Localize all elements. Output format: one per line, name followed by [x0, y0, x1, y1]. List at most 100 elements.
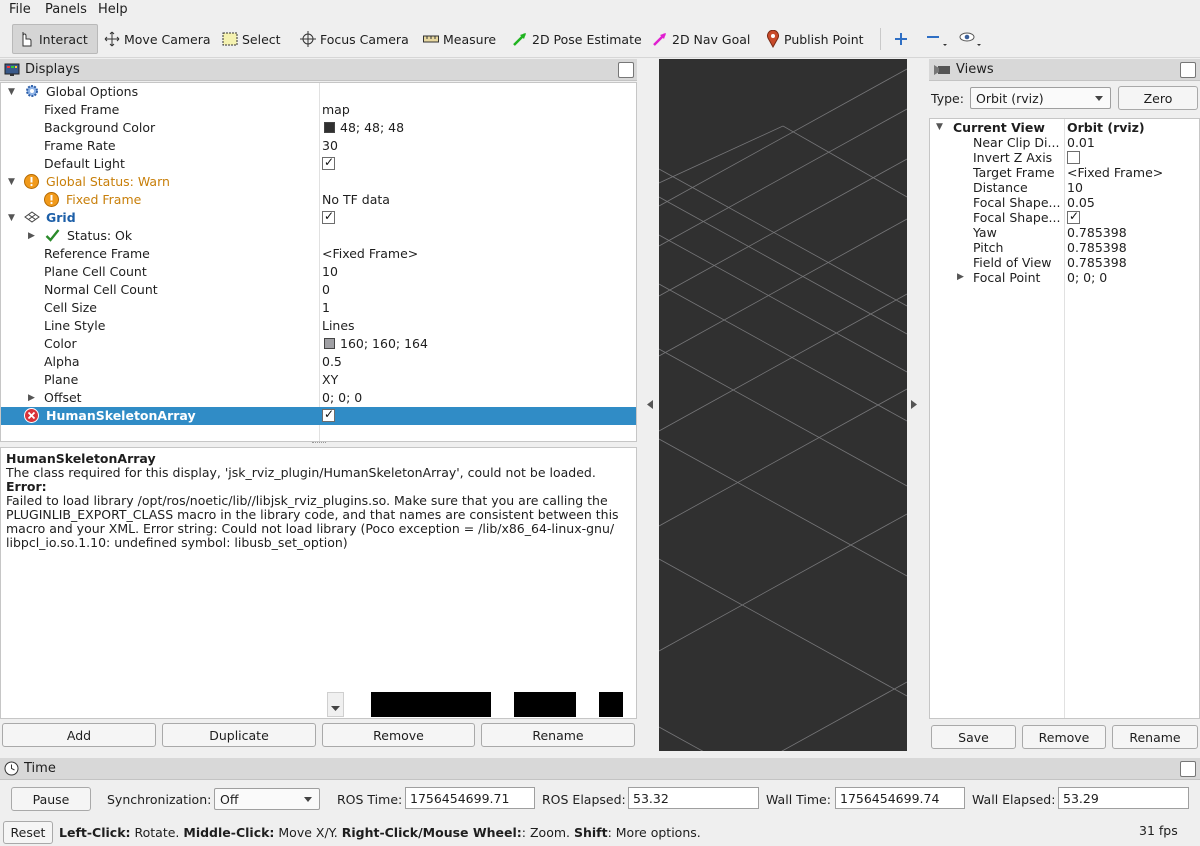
pose-estimate-tool-button[interactable]: 2D Pose Estimate	[508, 24, 646, 54]
remove-view-button[interactable]: Remove	[1022, 725, 1106, 749]
invert-z-checkbox[interactable]	[1067, 150, 1080, 165]
tree-row-current-view[interactable]: ▼ Current View Orbit (rviz)	[930, 120, 1199, 135]
tree-row-normal-cell-count[interactable]: Normal Cell Count 0	[1, 281, 636, 299]
duplicate-button[interactable]: Duplicate	[162, 723, 316, 747]
plane-value[interactable]: XY	[322, 372, 338, 387]
tree-row-plane-cell-count[interactable]: Plane Cell Count 10	[1, 263, 636, 281]
visibility-tool-button[interactable]	[954, 24, 988, 54]
ros-elapsed-field[interactable]: 53.32	[628, 787, 759, 809]
tree-row-pitch[interactable]: Pitch 0.785398	[930, 240, 1199, 255]
tree-row-alpha[interactable]: Alpha 0.5	[1, 353, 636, 371]
zero-button[interactable]: Zero	[1118, 86, 1198, 110]
checkbox-checked[interactable]	[1067, 209, 1080, 224]
checkbox-checked[interactable]	[322, 155, 335, 170]
tree-row-reference-frame[interactable]: Reference Frame <Fixed Frame>	[1, 245, 636, 263]
plane-cell-count-value[interactable]: 10	[322, 264, 338, 279]
target-frame-value[interactable]: <Fixed Frame>	[1067, 165, 1163, 180]
tree-row-global-status[interactable]: ▼ Global Status: Warn	[1, 173, 636, 191]
render-view-3d[interactable]	[659, 59, 907, 751]
wall-time-field[interactable]: 1756454699.74	[835, 787, 965, 809]
collapsed-arrow-icon[interactable]: ▶	[28, 231, 35, 241]
tree-row-color[interactable]: Color 160; 160; 164	[1, 335, 636, 353]
fixed-frame-value[interactable]: map	[322, 102, 350, 117]
distance-value[interactable]: 10	[1067, 180, 1083, 195]
tree-row-human-skeleton-array[interactable]: HumanSkeletonArray	[1, 407, 636, 425]
expand-arrow-icon[interactable]: ▼	[8, 177, 15, 187]
tree-row-invert-z[interactable]: Invert Z Axis	[930, 150, 1199, 165]
select-tool-button[interactable]: Select	[218, 24, 285, 54]
tree-row-focal-shape-size[interactable]: Focal Shape... 0.05	[930, 195, 1199, 210]
menu-help[interactable]: Help	[98, 2, 128, 17]
collapse-left-icon[interactable]	[647, 400, 653, 409]
time-float-button[interactable]	[1180, 761, 1196, 777]
expand-arrow-icon[interactable]: ▼	[936, 122, 943, 132]
tree-row-default-light[interactable]: Default Light	[1, 155, 636, 173]
menu-file[interactable]: File	[9, 2, 31, 17]
tree-row-frame-rate[interactable]: Frame Rate 30	[1, 137, 636, 155]
line-style-value[interactable]: Lines	[322, 318, 355, 333]
tree-row-target-frame[interactable]: Target Frame <Fixed Frame>	[930, 165, 1199, 180]
alpha-value[interactable]: 0.5	[322, 354, 342, 369]
color-value[interactable]: 160; 160; 164	[324, 336, 428, 351]
move-camera-tool-button[interactable]: Move Camera	[100, 24, 215, 54]
tree-row-focal-shape-fixed[interactable]: Focal Shape...	[930, 209, 1199, 225]
tree-row-distance[interactable]: Distance 10	[930, 180, 1199, 195]
collapsed-arrow-icon[interactable]: ▶	[28, 393, 35, 403]
cell-size-value[interactable]: 1	[322, 300, 330, 315]
background-color-value[interactable]: 48; 48; 48	[324, 120, 404, 135]
publish-point-tool-button[interactable]: Publish Point	[762, 24, 868, 54]
focus-camera-tool-button[interactable]: Focus Camera	[296, 24, 413, 54]
tree-row-field-of-view[interactable]: Field of View 0.785398	[930, 255, 1199, 270]
remove-display-button[interactable]: Remove	[322, 723, 475, 747]
tree-row-focal-point[interactable]: ▶ Focal Point 0; 0; 0	[930, 270, 1199, 285]
remove-tool-button[interactable]	[922, 24, 952, 54]
grid-enabled-checkbox[interactable]	[322, 209, 335, 225]
collapsed-arrow-icon[interactable]: ▶	[957, 272, 964, 282]
collapse-right-icon[interactable]	[911, 400, 917, 409]
offset-value[interactable]: 0; 0; 0	[322, 390, 362, 405]
tree-row-global-options[interactable]: ▼ Global Options	[1, 83, 636, 101]
wall-elapsed-field[interactable]: 53.29	[1058, 787, 1189, 809]
rename-display-button[interactable]: Rename	[481, 723, 635, 747]
menu-panels[interactable]: Panels	[45, 2, 87, 17]
splitter-handle[interactable]	[312, 442, 326, 445]
expand-arrow-icon[interactable]: ▼	[8, 213, 15, 223]
checkbox-unchecked[interactable]	[1067, 151, 1080, 164]
scroll-arrow-box[interactable]	[327, 692, 344, 717]
add-tool-button[interactable]	[890, 24, 912, 54]
reference-frame-value[interactable]: <Fixed Frame>	[322, 246, 418, 261]
tree-row-yaw[interactable]: Yaw 0.785398	[930, 225, 1199, 240]
focal-point-value[interactable]: 0; 0; 0	[1067, 270, 1107, 285]
interact-tool-button[interactable]: Interact	[12, 24, 98, 54]
tree-row-cell-size[interactable]: Cell Size 1	[1, 299, 636, 317]
checkbox-checked[interactable]	[322, 209, 335, 224]
ros-time-field[interactable]: 1756454699.71	[405, 787, 535, 809]
frame-rate-value[interactable]: 30	[322, 138, 338, 153]
measure-tool-button[interactable]: Measure	[419, 24, 500, 54]
human-skeleton-checkbox[interactable]	[322, 407, 335, 423]
view-type-select[interactable]: Orbit (rviz)	[970, 87, 1111, 109]
near-clip-value[interactable]: 0.01	[1067, 135, 1095, 150]
reset-button[interactable]: Reset	[3, 821, 53, 844]
field-of-view-value[interactable]: 0.785398	[1067, 255, 1127, 270]
views-float-button[interactable]	[1180, 62, 1196, 78]
rename-view-button[interactable]: Rename	[1112, 725, 1198, 749]
tree-row-grid-status[interactable]: ▶ Status: Ok	[1, 227, 636, 245]
focal-shape-size-value[interactable]: 0.05	[1067, 195, 1095, 210]
synchronization-select[interactable]: Off	[214, 788, 320, 810]
tree-row-status-fixed-frame[interactable]: Fixed Frame No TF data	[1, 191, 636, 209]
tree-row-plane[interactable]: Plane XY	[1, 371, 636, 389]
tree-row-line-style[interactable]: Line Style Lines	[1, 317, 636, 335]
save-view-button[interactable]: Save	[931, 725, 1016, 749]
pitch-value[interactable]: 0.785398	[1067, 240, 1127, 255]
tree-row-background-color[interactable]: Background Color 48; 48; 48	[1, 119, 636, 137]
yaw-value[interactable]: 0.785398	[1067, 225, 1127, 240]
tree-row-fixed-frame[interactable]: Fixed Frame map	[1, 101, 636, 119]
focal-shape-fixed-checkbox[interactable]	[1067, 209, 1080, 225]
tree-row-grid[interactable]: ▼ Grid	[1, 209, 636, 227]
expand-arrow-icon[interactable]: ▼	[8, 87, 15, 97]
checkbox-checked[interactable]	[322, 407, 335, 422]
add-button[interactable]: Add	[2, 723, 156, 747]
tree-row-near-clip[interactable]: Near Clip Di... 0.01	[930, 135, 1199, 150]
nav-goal-tool-button[interactable]: 2D Nav Goal	[648, 24, 754, 54]
